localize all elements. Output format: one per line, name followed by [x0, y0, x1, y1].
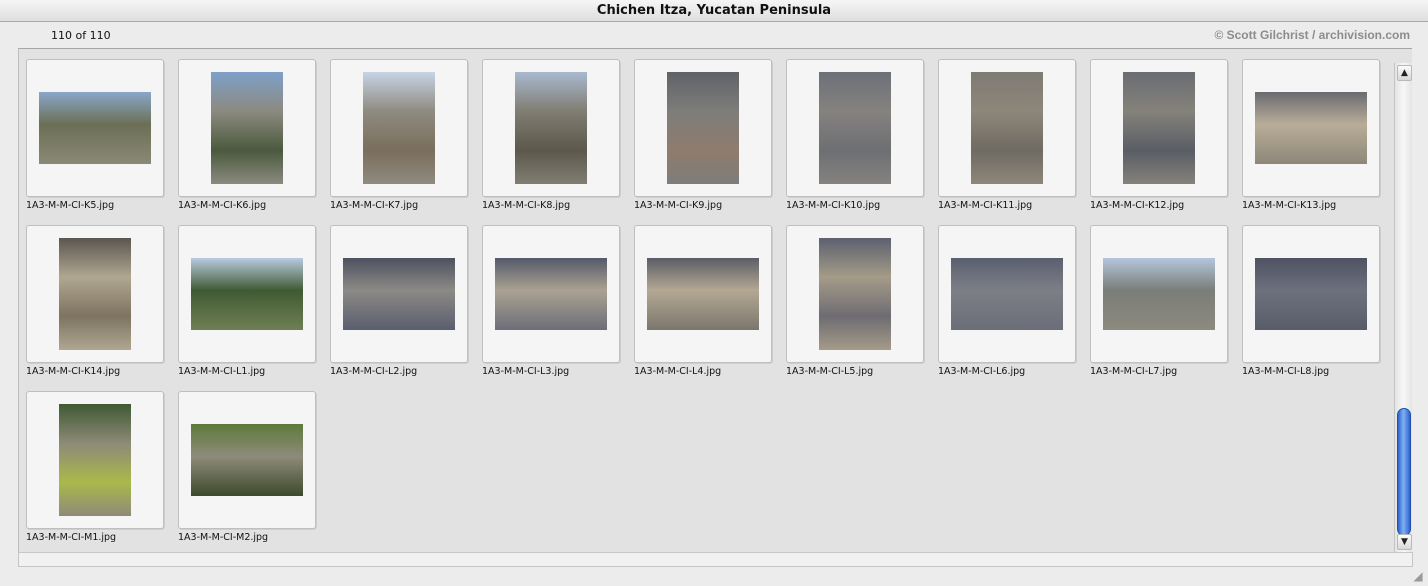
thumbnail-item[interactable]: 1A3-M-M-CI-L1.jpg	[171, 215, 323, 377]
thumbnail-item[interactable]: 1A3-M-M-CI-K8.jpg	[475, 49, 627, 211]
thumbnail-frame[interactable]	[482, 59, 620, 197]
thumbnail-frame[interactable]	[178, 391, 316, 529]
thumbnail-image[interactable]	[495, 258, 607, 330]
thumbnail-image[interactable]	[59, 238, 131, 350]
thumbnail-image[interactable]	[1123, 72, 1195, 184]
thumbnail-filename: 1A3-M-M-CI-K13.jpg	[1242, 200, 1337, 211]
thumbnail-frame[interactable]	[1242, 59, 1380, 197]
thumbnail-item[interactable]: 1A3-M-M-CI-L4.jpg	[627, 215, 779, 377]
thumbnail-filename: 1A3-M-M-CI-K11.jpg	[938, 200, 1033, 211]
thumbnail-filename: 1A3-M-M-CI-L3.jpg	[482, 366, 570, 377]
vertical-scrollbar[interactable]: ▲ ▼	[1394, 63, 1412, 552]
thumbnail-image[interactable]	[1255, 92, 1367, 164]
thumbnail-image[interactable]	[667, 72, 739, 184]
copyright-credit: © Scott Gilchrist / archivision.com	[1214, 28, 1410, 42]
thumbnail-frame[interactable]	[634, 225, 772, 363]
thumbnail-filename: 1A3-M-M-CI-L1.jpg	[178, 366, 266, 377]
thumbnail-item[interactable]: 1A3-M-M-CI-K9.jpg	[627, 49, 779, 211]
thumbnail-item[interactable]: 1A3-M-M-CI-K6.jpg	[171, 49, 323, 211]
thumbnail-filename: 1A3-M-M-CI-L6.jpg	[938, 366, 1026, 377]
scrollbar-thumb[interactable]	[1397, 408, 1411, 536]
window-title: Chichen Itza, Yucatan Peninsula	[0, 0, 1428, 22]
thumbnail-filename: 1A3-M-M-CI-K6.jpg	[178, 200, 267, 211]
thumbnail-image[interactable]	[1255, 258, 1367, 330]
thumbnail-item[interactable]: 1A3-M-M-CI-K13.jpg	[1235, 49, 1387, 211]
thumbnail-image[interactable]	[191, 424, 303, 496]
thumbnail-item[interactable]: 1A3-M-M-CI-L6.jpg	[931, 215, 1083, 377]
thumbnail-frame[interactable]	[938, 225, 1076, 363]
thumbnail-frame[interactable]	[938, 59, 1076, 197]
thumbnail-filename: 1A3-M-M-CI-K9.jpg	[634, 200, 723, 211]
thumbnail-item[interactable]: 1A3-M-M-CI-K14.jpg	[19, 215, 171, 377]
thumbnail-item[interactable]: 1A3-M-M-CI-L2.jpg	[323, 215, 475, 377]
thumbnail-item[interactable]: 1A3-M-M-CI-K11.jpg	[931, 49, 1083, 211]
thumbnail-filename: 1A3-M-M-CI-K14.jpg	[26, 366, 121, 377]
scroll-up-arrow-icon[interactable]: ▲	[1397, 65, 1412, 81]
thumbnail-image[interactable]	[971, 72, 1043, 184]
thumbnail-image[interactable]	[363, 72, 435, 184]
scroll-down-arrow-icon[interactable]: ▼	[1397, 534, 1412, 550]
thumbnail-item[interactable]: 1A3-M-M-CI-M2.jpg	[171, 381, 323, 543]
thumbnail-filename: 1A3-M-M-CI-K12.jpg	[1090, 200, 1185, 211]
thumbnail-image[interactable]	[515, 72, 587, 184]
thumbnail-filename: 1A3-M-M-CI-L8.jpg	[1242, 366, 1330, 377]
thumbnail-frame[interactable]	[786, 225, 924, 363]
thumbnail-frame[interactable]	[1090, 59, 1228, 197]
thumbnail-filename: 1A3-M-M-CI-K8.jpg	[482, 200, 571, 211]
thumbnail-grid: 1A3-M-M-CI-K5.jpg 1A3-M-M-CI-K6.jpg 1A3-M-…	[19, 49, 1395, 552]
thumbnail-image[interactable]	[211, 72, 283, 184]
thumbnail-image[interactable]	[951, 258, 1063, 330]
thumbnail-filename: 1A3-M-M-CI-L7.jpg	[1090, 366, 1178, 377]
thumbnail-image[interactable]	[647, 258, 759, 330]
thumbnail-item[interactable]: 1A3-M-M-CI-K12.jpg	[1083, 49, 1235, 211]
thumbnail-image[interactable]	[1103, 258, 1215, 330]
thumbnail-image[interactable]	[191, 258, 303, 330]
thumbnail-image[interactable]	[39, 92, 151, 164]
thumbnail-filename: 1A3-M-M-CI-M2.jpg	[178, 532, 269, 543]
thumbnail-frame[interactable]	[330, 59, 468, 197]
thumbnail-frame[interactable]	[482, 225, 620, 363]
thumbnail-frame[interactable]	[178, 59, 316, 197]
thumbnail-item[interactable]: 1A3-M-M-CI-L3.jpg	[475, 215, 627, 377]
thumbnail-image[interactable]	[819, 72, 891, 184]
thumbnail-item[interactable]: 1A3-M-M-CI-L5.jpg	[779, 215, 931, 377]
resize-grip-icon[interactable]: ◢	[1411, 569, 1425, 583]
thumbnail-image[interactable]	[819, 238, 891, 350]
thumbnail-frame[interactable]	[1090, 225, 1228, 363]
thumbnail-item[interactable]: 1A3-M-M-CI-K10.jpg	[779, 49, 931, 211]
thumbnail-frame[interactable]	[330, 225, 468, 363]
thumbnail-filename: 1A3-M-M-CI-L2.jpg	[330, 366, 418, 377]
thumbnail-item[interactable]: 1A3-M-M-CI-L7.jpg	[1083, 215, 1235, 377]
thumbnail-frame[interactable]	[178, 225, 316, 363]
thumbnail-item[interactable]: 1A3-M-M-CI-L8.jpg	[1235, 215, 1387, 377]
thumbnail-frame[interactable]	[634, 59, 772, 197]
thumbnail-frame[interactable]	[1242, 225, 1380, 363]
thumbnail-filename: 1A3-M-M-CI-L4.jpg	[634, 366, 722, 377]
item-count: 110 of 110	[51, 29, 111, 42]
thumbnail-item[interactable]: 1A3-M-M-CI-K5.jpg	[19, 49, 171, 211]
thumbnail-filename: 1A3-M-M-CI-K7.jpg	[330, 200, 419, 211]
thumbnail-filename: 1A3-M-M-CI-K10.jpg	[786, 200, 881, 211]
thumbnail-frame[interactable]	[786, 59, 924, 197]
thumbnail-frame[interactable]	[26, 59, 164, 197]
thumbnail-filename: 1A3-M-M-CI-K5.jpg	[26, 200, 115, 211]
thumbnail-frame[interactable]	[26, 225, 164, 363]
thumbnail-item[interactable]: 1A3-M-M-CI-K7.jpg	[323, 49, 475, 211]
thumbnail-item[interactable]: 1A3-M-M-CI-M1.jpg	[19, 381, 171, 543]
thumbnail-image[interactable]	[59, 404, 131, 516]
thumbnail-filename: 1A3-M-M-CI-M1.jpg	[26, 532, 117, 543]
thumbnail-image[interactable]	[343, 258, 455, 330]
status-bar	[18, 552, 1413, 567]
thumbnail-browser: 1A3-M-M-CI-K5.jpg 1A3-M-M-CI-K6.jpg 1A3-M-…	[18, 48, 1412, 552]
thumbnail-frame[interactable]	[26, 391, 164, 529]
thumbnail-filename: 1A3-M-M-CI-L5.jpg	[786, 366, 874, 377]
